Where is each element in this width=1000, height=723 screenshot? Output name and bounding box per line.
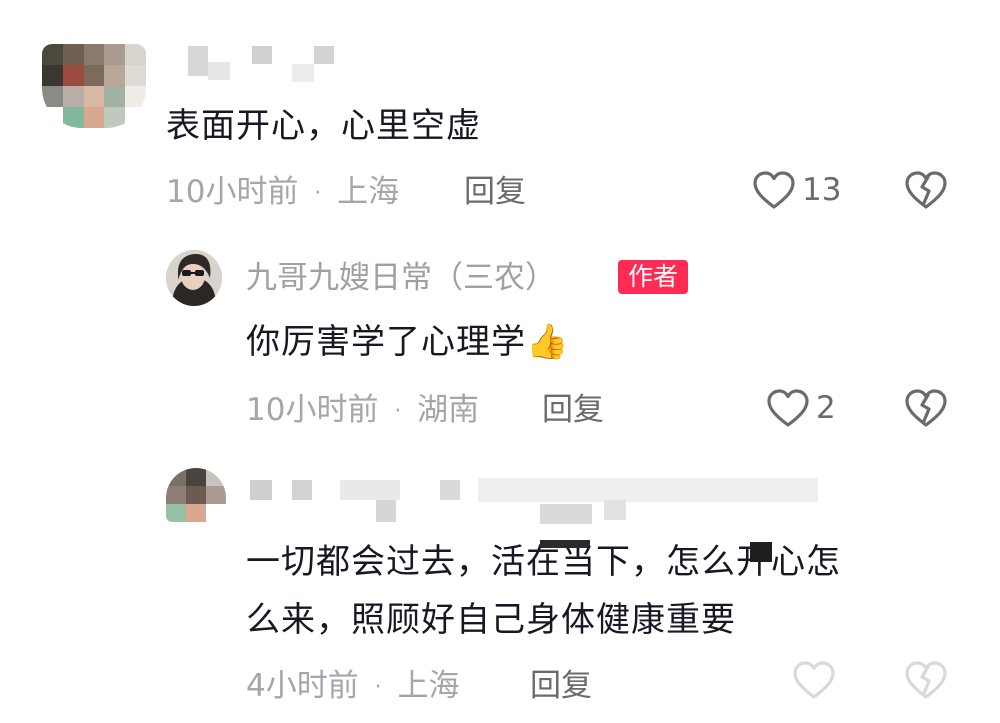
heart-outline-icon [767, 389, 809, 427]
reply-button[interactable]: 回复 [530, 666, 592, 706]
username-blurred [252, 46, 272, 64]
username-blurred [540, 504, 592, 524]
text-blur [750, 542, 772, 562]
username-blurred [376, 500, 396, 522]
avatar[interactable] [166, 468, 226, 522]
username-blurred [208, 62, 230, 80]
username-blurred [604, 500, 626, 520]
reply-button[interactable]: 回复 [542, 390, 604, 430]
reply-text: 你厉害学了心理学👍 [246, 322, 570, 362]
username-blurred [314, 46, 334, 64]
comment-time: 10小时前 · 上海 [166, 174, 400, 210]
like-count: 13 [802, 172, 842, 208]
heart-outline-icon [793, 661, 835, 699]
avatar-photo-icon [166, 250, 222, 306]
username-blurred [440, 480, 460, 500]
reply-text-line-2: 么来，照顾好自己身体健康重要 [246, 600, 736, 640]
broken-heart-icon[interactable] [904, 660, 948, 700]
username-blurred[interactable] [250, 480, 272, 500]
author-badge: 作者 [618, 260, 689, 294]
author-avatar[interactable] [166, 250, 222, 306]
mention-blurred [478, 478, 818, 502]
like-button[interactable] [792, 660, 836, 700]
username-blurred [340, 480, 400, 500]
broken-heart-icon[interactable] [904, 388, 948, 428]
username-blurred[interactable] [188, 46, 208, 76]
broken-heart-icon[interactable] [904, 170, 948, 210]
comment-text: 表面开心，心里空虚 [166, 106, 481, 146]
text-blur [540, 540, 590, 548]
username-blurred [292, 64, 314, 82]
thumbs-up-emoji: 👍 [526, 322, 570, 362]
avatar[interactable] [42, 44, 146, 128]
like-count: 2 [816, 390, 836, 426]
heart-outline-icon [753, 171, 795, 209]
like-button[interactable]: 2 [766, 388, 836, 428]
reply-time: 10小时前 · 湖南 [246, 392, 480, 428]
author-name[interactable]: 九哥九嫂日常（三农） [246, 258, 556, 298]
username-blurred [292, 480, 312, 500]
reply-time: 4小时前 · 上海 [246, 668, 460, 704]
reply-button[interactable]: 回复 [464, 172, 526, 212]
like-button[interactable]: 13 [752, 170, 841, 210]
